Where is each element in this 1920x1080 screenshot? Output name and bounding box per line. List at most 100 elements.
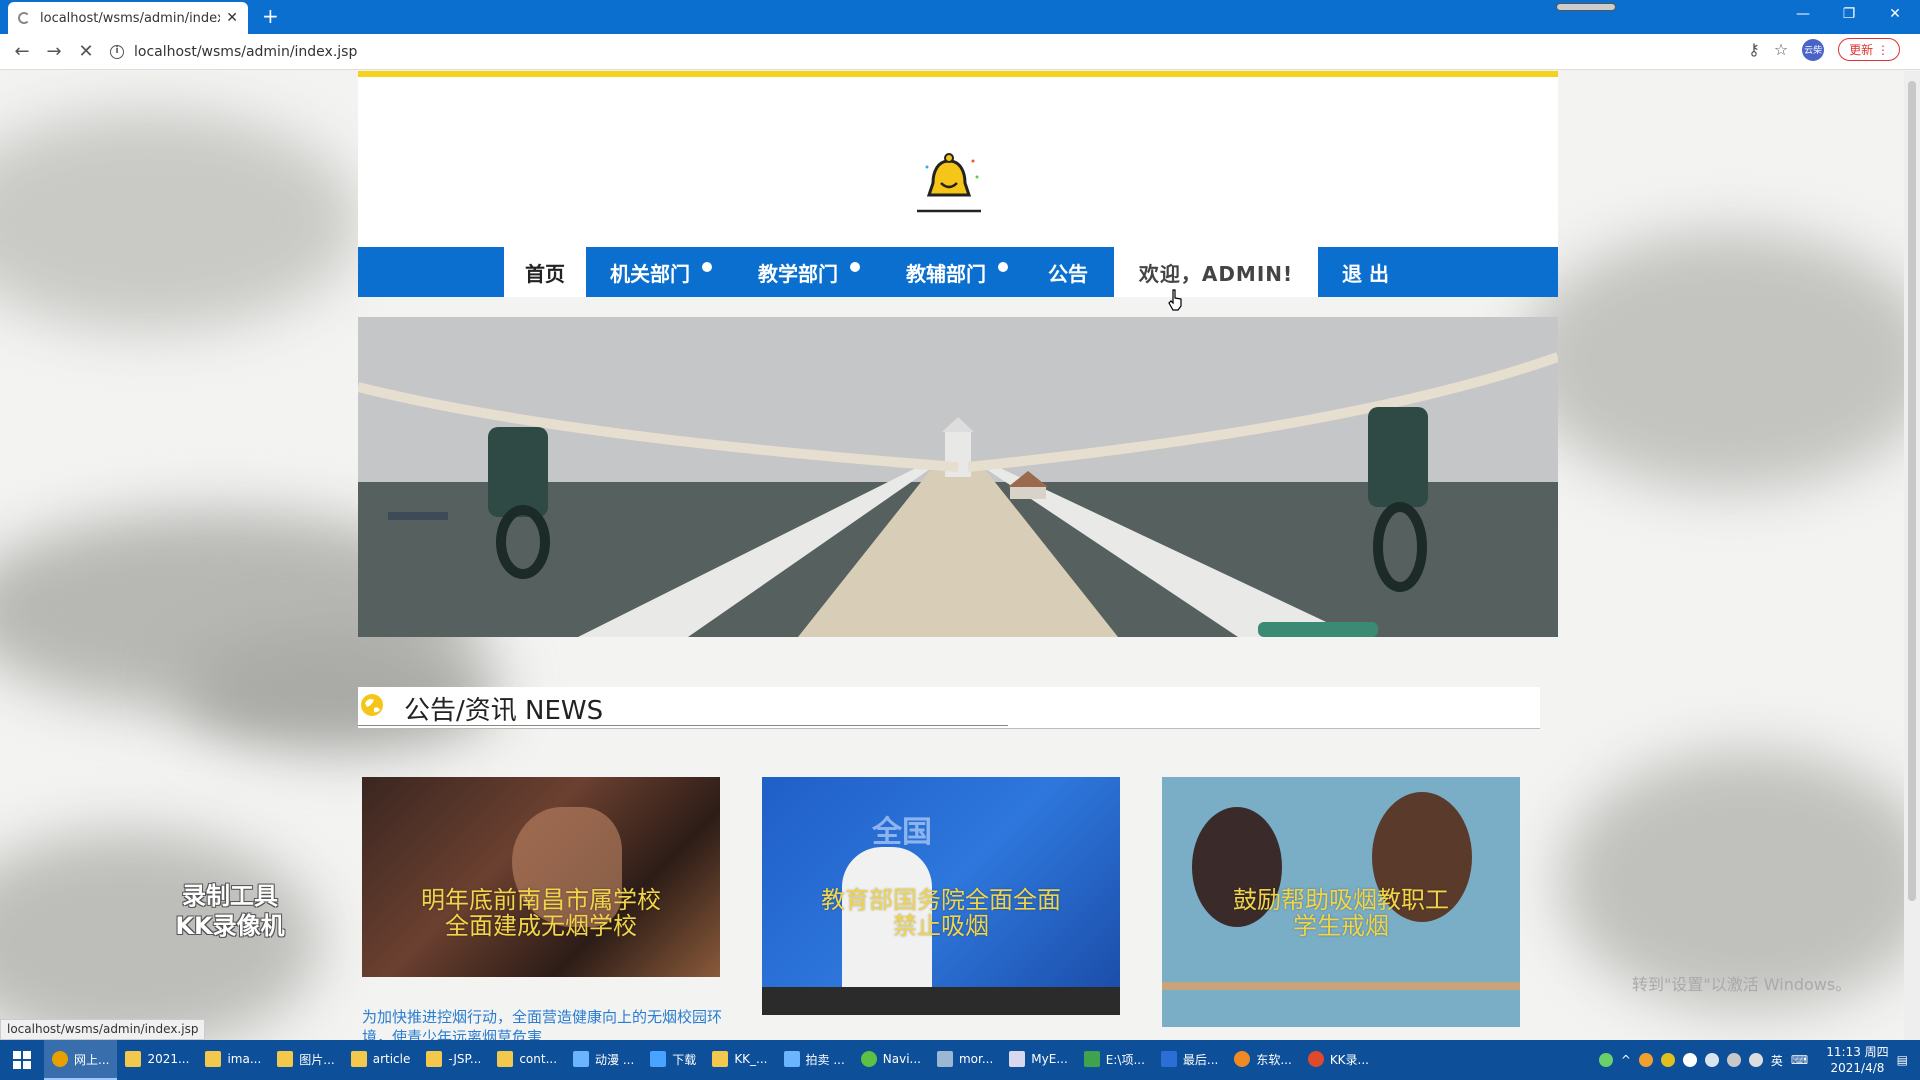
news-card-description[interactable]: 为加快推进控烟行动，全面营造健康向上的无烟校园环境，使青少年远离烟草危害 (362, 1007, 732, 1040)
news-card-image[interactable]: 鼓励帮助吸烟教职工 学生戒烟 (1162, 777, 1520, 1027)
browser-tab[interactable]: localhost/wsms/admin/index.j ✕ (8, 2, 248, 34)
taskbar-app[interactable]: KK录... (1300, 1040, 1377, 1080)
nav-dept-teaching[interactable]: 教学部门 (758, 247, 860, 297)
bookmark-star-icon[interactable]: ☆ (1774, 40, 1788, 59)
taskbar-app[interactable]: article (343, 1040, 419, 1080)
background-ink-shape (1520, 231, 1920, 491)
action-center-icon[interactable]: ▤ (1897, 1053, 1908, 1067)
image-footer (762, 987, 1120, 1015)
taskbar-app[interactable]: 拍卖 ... (776, 1040, 853, 1080)
image-text: 全国 (872, 815, 932, 850)
loading-icon (18, 12, 30, 24)
nav-logout[interactable]: 退 出 (1342, 247, 1389, 297)
keyboard-icon[interactable]: ⌨ (1791, 1053, 1808, 1067)
news-card-image[interactable]: 全国 教育部国务院全面全面 禁止吸烟 (762, 777, 1120, 1015)
taskbar-app[interactable]: cont... (489, 1040, 565, 1080)
myeclipse-icon (1009, 1051, 1026, 1067)
window-icon (936, 1051, 953, 1067)
ime-indicator[interactable]: 英 (1771, 1052, 1783, 1069)
profile-avatar[interactable]: 云柴 (1802, 38, 1825, 61)
forward-icon[interactable]: → (38, 36, 70, 68)
task-label: 最后... (1182, 1052, 1219, 1067)
taskbar-app[interactable]: Navi... (853, 1040, 929, 1080)
news-card[interactable]: 全国 教育部国务院全面全面 禁止吸烟 (762, 777, 1120, 1015)
start-button[interactable] (0, 1040, 44, 1080)
news-card[interactable]: 鼓励帮助吸烟教职工 学生戒烟 (1162, 777, 1520, 1027)
news-card-image[interactable]: 明年底前南昌市属学校 全面建成无烟学校 (362, 777, 720, 977)
watermark-line: KK录像机 (175, 912, 285, 940)
taskbar-app[interactable]: 下载 (642, 1040, 704, 1080)
close-window-icon[interactable]: ✕ (1872, 0, 1918, 28)
tray-app-icon[interactable] (1598, 1053, 1613, 1067)
restore-icon[interactable]: ❐ (1826, 0, 1872, 28)
taskbar-app[interactable]: E:\项... (1076, 1040, 1153, 1080)
clock-time: 11:13 周四 (1826, 1045, 1889, 1059)
site-info-icon[interactable]: i (110, 45, 124, 59)
folder-icon (426, 1051, 443, 1067)
status-url: localhost/wsms/admin/index.jsp (0, 1019, 206, 1040)
word-icon (1160, 1051, 1177, 1067)
nav-notice[interactable]: 公告 (1048, 247, 1088, 297)
key-icon[interactable]: ⚷ (1748, 40, 1760, 59)
taskbar-app[interactable]: ima... (197, 1040, 269, 1080)
update-button[interactable]: 更新 ⋮ (1838, 38, 1900, 61)
nav-label: 机关部门 (610, 261, 690, 286)
taskbar-app[interactable]: 最后... (1153, 1040, 1226, 1080)
nav-label: 教学部门 (758, 261, 838, 286)
omnibox[interactable]: i localhost/wsms/admin/index.jsp (110, 38, 1770, 66)
tray-app-icon[interactable] (1704, 1053, 1719, 1067)
update-label: 更新 (1849, 43, 1874, 57)
task-label: cont... (519, 1052, 558, 1066)
tab-title: localhost/wsms/admin/index.j (40, 10, 221, 26)
task-label: 东软... (1256, 1052, 1292, 1067)
page-viewport: 首页 机关部门 教学部门 教辅部门 公告 欢迎，ADMIN! 退 出 公告/资讯… (0, 71, 1920, 1040)
caption-line: 禁止吸烟 (893, 912, 989, 940)
tray-app-icon[interactable] (1638, 1053, 1653, 1067)
window-grip-icon (1556, 3, 1616, 11)
new-tab-icon[interactable]: + (262, 5, 279, 27)
url-text[interactable]: localhost/wsms/admin/index.jsp (134, 44, 357, 60)
taskbar-app[interactable]: KK_... (704, 1040, 775, 1080)
folder-icon (205, 1051, 222, 1067)
back-icon[interactable]: ← (6, 36, 38, 68)
minimize-icon[interactable]: — (1780, 0, 1826, 28)
news-title: 公告/资讯 NEWS (404, 696, 604, 726)
folder-icon (497, 1051, 514, 1067)
taskbar-app[interactable]: 图片... (269, 1040, 342, 1080)
scrollbar-thumb[interactable] (1908, 81, 1916, 901)
task-label: Navi... (882, 1052, 921, 1066)
close-tab-icon[interactable]: ✕ (226, 10, 238, 26)
taskbar-app[interactable]: MyE... (1001, 1040, 1075, 1080)
taskbar-app[interactable]: mor... (929, 1040, 1001, 1080)
folder-icon (350, 1051, 367, 1067)
network-icon[interactable] (1726, 1053, 1741, 1067)
taskbar-app[interactable]: -JSP... (418, 1040, 489, 1080)
page-container: 首页 机关部门 教学部门 教辅部门 公告 欢迎，ADMIN! 退 出 公告/资讯… (358, 71, 1558, 1040)
taskbar-app[interactable]: 动漫 ... (565, 1040, 642, 1080)
page-scrollbar[interactable] (1904, 71, 1920, 1040)
chevron-up-icon[interactable]: ^ (1621, 1053, 1631, 1067)
tray-app-icon[interactable] (1660, 1053, 1675, 1067)
nav-dept-admin[interactable]: 机关部门 (610, 247, 712, 297)
task-label: 拍卖 ... (805, 1052, 845, 1067)
clock[interactable]: 11:13 周四 2021/4/8 (1826, 1044, 1888, 1076)
taskbar-app[interactable]: 东软... (1226, 1040, 1299, 1080)
stop-loading-icon[interactable]: ✕ (70, 36, 102, 68)
folder-icon (277, 1051, 294, 1067)
bell-logo-icon (917, 153, 981, 213)
task-label: 动漫 ... (595, 1052, 635, 1067)
cube-icon (573, 1051, 590, 1067)
taskbar-app[interactable]: 网上... (44, 1040, 118, 1080)
banner-pier-illustration (358, 317, 1558, 637)
caption-line: 学生戒烟 (1293, 912, 1389, 940)
news-card[interactable]: 明年底前南昌市属学校 全面建成无烟学校 (362, 777, 720, 977)
task-label: KK录... (1329, 1052, 1369, 1067)
download-icon (650, 1051, 667, 1067)
taskbar-app[interactable]: 2021... (117, 1040, 197, 1080)
nav-dept-support[interactable]: 教辅部门 (906, 247, 1008, 297)
task-label: KK_... (734, 1052, 768, 1066)
nav-home[interactable]: 首页 (504, 247, 586, 297)
volume-icon[interactable] (1748, 1053, 1763, 1067)
task-label: mor... (958, 1052, 994, 1066)
notification-bell-icon[interactable] (1682, 1053, 1697, 1067)
